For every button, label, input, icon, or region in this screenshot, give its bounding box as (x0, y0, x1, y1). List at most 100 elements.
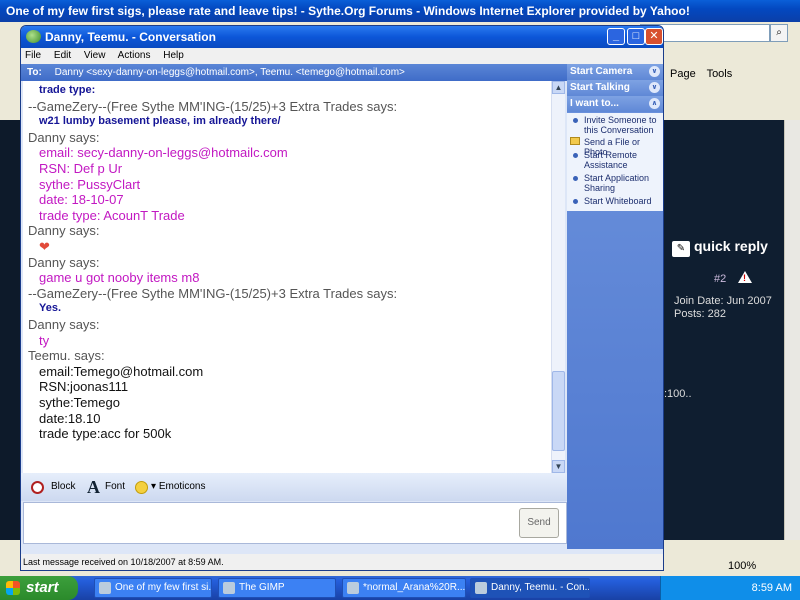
conversation-title: Danny, Teemu. - Conversation (45, 30, 216, 44)
taskbar-item-image[interactable]: *normal_Arana%20R... (342, 578, 466, 598)
clock[interactable]: 8:59 AM (752, 582, 792, 594)
report-icon-mark: ! (743, 273, 746, 283)
message-line: game u got nooby items m8 (39, 270, 200, 286)
scroll-up-icon[interactable]: ▲ (552, 81, 565, 94)
ie-tools-menu[interactable]: Tools (707, 68, 733, 80)
message-line: date:18.10 (39, 410, 101, 426)
ie-command-bar: Page Tools (670, 68, 800, 86)
i-want-to-label: I want to... (570, 98, 619, 109)
message-line: trade type: AcounT Trade (39, 207, 185, 223)
block-icon[interactable] (31, 481, 44, 494)
start-talking-label: Start Talking (570, 82, 630, 93)
font-icon[interactable]: A (87, 473, 100, 501)
message-line: Yes. (39, 302, 62, 315)
menu-edit[interactable]: Edit (54, 50, 71, 61)
sender-line: --GameZery--(Free Sythe MM'ING-(15/25)+3… (28, 98, 398, 114)
task-list: Invite Someone to this Conversation Send… (567, 113, 663, 211)
bullet-icon (573, 176, 578, 181)
format-toolbar: Block A Font ▾ Emoticons (21, 473, 567, 501)
system-tray: 8:59 AM (660, 576, 800, 600)
message-line: email: secy-danny-on-leggs@hotmailc.com (39, 145, 288, 161)
taskbar-item-label: One of my few first si... (115, 582, 212, 593)
task-invite-label: Invite Someone to this Conversation (584, 115, 657, 135)
to-recipients[interactable]: Danny <sexy-danny-on-leggs@hotmail.com>,… (55, 67, 405, 78)
maximize-button[interactable]: □ (627, 28, 645, 45)
taskbar-item-ie[interactable]: One of my few first si... (94, 578, 212, 598)
user-info: Join Date: Jun 2007 Posts: 282 (674, 295, 772, 321)
to-label: To: (27, 67, 42, 78)
image-icon (347, 582, 359, 594)
bullet-icon (573, 199, 578, 204)
minimize-button[interactable]: _ (607, 28, 625, 45)
sender-line: Danny says: (28, 223, 100, 239)
quick-reply-button[interactable]: ✎ quick reply (672, 238, 768, 257)
messenger-icon (26, 30, 41, 43)
message-line: sythe:Temego (39, 395, 120, 410)
chevron-down-icon[interactable]: ∨ (649, 66, 660, 77)
scroll-thumb[interactable] (552, 371, 565, 451)
chevron-down-icon[interactable]: ∨ (649, 82, 660, 93)
task-app-sharing-label: Start Application Sharing (584, 173, 650, 193)
bullet-icon (573, 118, 578, 123)
taskbar-item-conversation[interactable]: Danny, Teemu. - Con... (470, 578, 590, 598)
font-button[interactable]: Font (105, 473, 125, 501)
ie-title-bar: One of my few first sigs, please rate an… (0, 0, 800, 22)
ie-scrollbar[interactable] (784, 120, 800, 540)
task-whiteboard-label: Start Whiteboard (584, 196, 652, 206)
sender-line: --GameZery--(Free Sythe MM'ING-(15/25)+3… (28, 285, 398, 301)
start-talking-button[interactable]: Start Talking ∨ (567, 80, 663, 96)
menu-file[interactable]: File (25, 50, 41, 61)
message-line: trade type:acc for 500k (39, 426, 172, 442)
forum-page-area (662, 120, 800, 540)
post-number-link[interactable]: #2 (714, 273, 726, 285)
emoticons-label: Emoticons (158, 481, 206, 492)
send-button[interactable]: Send (519, 508, 559, 538)
task-whiteboard[interactable]: Start Whiteboard (570, 196, 662, 206)
taskbar-item-label: *normal_Arana%20R... (363, 582, 466, 593)
conversation-window: Danny, Teemu. - Conversation _ □ ✕ File … (20, 25, 664, 571)
task-remote-assistance[interactable]: Start Remote Assistance (570, 150, 662, 170)
message-line: w21 lumby basement please, im already th… (39, 115, 281, 128)
message-input[interactable] (23, 502, 567, 544)
gimp-icon (223, 582, 235, 594)
message-line: trade type: (39, 84, 96, 96)
chevron-up-icon[interactable]: ∧ (649, 98, 660, 109)
menu-view[interactable]: View (84, 50, 106, 61)
windows-logo-icon (6, 581, 20, 595)
message-line: RSN: Def p Ur (39, 161, 123, 176)
start-camera-button[interactable]: Start Camera ∨ (567, 64, 663, 80)
sender-line: Danny says: (28, 254, 100, 270)
post-count: Posts: 282 (674, 308, 726, 320)
ie-zoom-level[interactable]: 100% (728, 560, 756, 572)
message-line: sythe: PussyClart (39, 176, 141, 192)
block-button[interactable]: Block (51, 473, 75, 501)
sender-line: Teemu. says: (28, 348, 105, 364)
taskbar-item-gimp[interactable]: The GIMP (218, 578, 336, 598)
messenger-icon (475, 582, 487, 594)
taskbar-item-label: The GIMP (239, 582, 285, 593)
conversation-history[interactable]: trade type: --GameZery--(Free Sythe MM'IN… (23, 81, 551, 473)
task-invite[interactable]: Invite Someone to this Conversation (570, 115, 662, 135)
sender-line: Danny says: (28, 129, 100, 145)
start-button[interactable]: start (0, 576, 78, 600)
start-label: start (26, 579, 59, 596)
ie-icon (99, 582, 111, 594)
conversation-scrollbar[interactable]: ▲ ▼ (551, 81, 565, 473)
message-line: email:Temego@hotmail.com (39, 363, 204, 379)
menu-help[interactable]: Help (163, 50, 184, 61)
close-button[interactable]: ✕ (645, 28, 663, 45)
sender-line: Danny says: (28, 317, 100, 332)
task-remote-assistance-label: Start Remote Assistance (584, 150, 638, 170)
emoticons-button[interactable]: ▾ Emoticons (151, 473, 206, 501)
ie-page-menu[interactable]: Page (670, 68, 696, 80)
menu-actions[interactable]: Actions (118, 50, 151, 61)
emoticon-icon[interactable] (135, 481, 148, 494)
message-line: ty (39, 332, 50, 348)
forum-text-fragment: :100.. (664, 388, 692, 400)
message-line: RSN:joonas111 (39, 379, 129, 395)
task-app-sharing[interactable]: Start Application Sharing (570, 173, 662, 193)
i-want-to-header[interactable]: I want to... ∧ (567, 96, 663, 112)
quick-reply-label: quick reply (694, 238, 768, 254)
scroll-down-icon[interactable]: ▼ (552, 460, 565, 473)
ie-search-icon[interactable]: ⌕ (770, 24, 788, 42)
